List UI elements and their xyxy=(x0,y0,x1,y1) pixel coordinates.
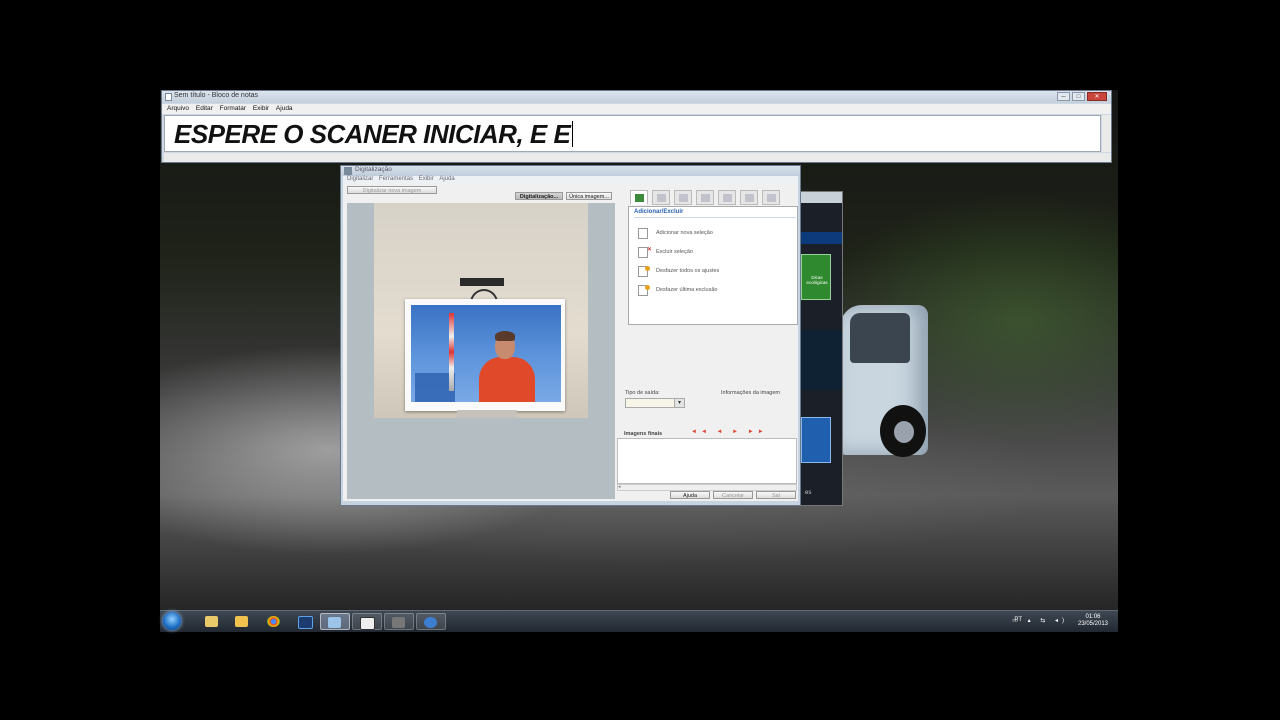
chrome-icon[interactable] xyxy=(260,613,286,630)
menu-arquivo[interactable]: Arquivo xyxy=(167,105,189,112)
window-icon[interactable] xyxy=(320,613,350,630)
delete-selection-icon: ✕ xyxy=(638,247,652,258)
photoshop-icon[interactable] xyxy=(291,613,317,630)
menu-exibir[interactable]: Exibir xyxy=(253,105,269,112)
maximize-button[interactable]: □ xyxy=(1072,92,1085,101)
notepad-vertical-scrollbar[interactable] xyxy=(1102,115,1111,152)
page-icon xyxy=(657,194,666,202)
scanned-photo[interactable] xyxy=(405,299,565,411)
adjust-icon xyxy=(745,194,754,202)
start-orb[interactable] xyxy=(163,612,181,630)
menu-ferramentas[interactable]: Ferramentas xyxy=(379,176,413,182)
background-window-panel xyxy=(799,330,842,390)
scan-menubar: Digitalizar Ferramentas Exibir Ajuda xyxy=(343,176,798,184)
folder-icon[interactable] xyxy=(228,613,254,630)
scan-preview[interactable] xyxy=(347,203,615,499)
clock[interactable]: 01:06 23/05/2013 xyxy=(1076,614,1110,628)
menu-ajuda-scan[interactable]: Ajuda xyxy=(439,176,454,182)
final-images-scrollbar[interactable]: ◂ xyxy=(617,484,797,491)
menu-editar[interactable]: Editar xyxy=(196,105,213,112)
output-type-label: Tipo de saída: xyxy=(625,390,660,396)
minimize-button[interactable]: ─ xyxy=(1057,92,1070,101)
tools-icon xyxy=(767,194,776,202)
output-type-select[interactable]: ▾ xyxy=(625,398,685,408)
add-delete-panel: Adicionar/Excluir Adicionar nova seleção… xyxy=(628,206,798,325)
menu-digitalizar[interactable]: Digitalizar xyxy=(347,176,373,182)
device-tile[interactable] xyxy=(801,417,831,463)
notepad-title: Sem título - Bloco de notas xyxy=(174,92,259,99)
panel-title: Adicionar/Excluir xyxy=(634,209,684,215)
add-selection-label: Adicionar nova seleção xyxy=(656,230,713,236)
crop-icon xyxy=(679,194,688,202)
notepad-titlebar[interactable]: Sem título - Bloco de notas ─ □ ✕ xyxy=(162,91,1111,103)
menu-ajuda[interactable]: Ajuda xyxy=(276,105,293,112)
tab-adjust[interactable] xyxy=(740,190,758,205)
scan-window[interactable]: Digitalização Digitalizar Ferramentas Ex… xyxy=(340,165,801,506)
eco-tips-tile[interactable]: Dicas ecológicas xyxy=(801,254,831,300)
delete-selection-action[interactable]: ✕ Excluir seleção xyxy=(638,246,788,258)
scan-title: Digitalização xyxy=(355,166,392,173)
notepad-window[interactable]: Sem título - Bloco de notas ─ □ ✕ Arquiv… xyxy=(161,90,1112,163)
notepad-content: ESPERE O SCANER INICIAR, E E xyxy=(174,119,574,150)
wallpaper-car xyxy=(840,305,930,460)
scan-button[interactable]: Digitalização... xyxy=(515,192,563,200)
background-window-label: es xyxy=(805,490,812,496)
undo-last-icon xyxy=(638,285,650,296)
tab-page[interactable] xyxy=(652,190,670,205)
cancel-button[interactable]: Cancelar xyxy=(713,491,753,499)
tab-tools[interactable] xyxy=(762,190,780,205)
background-app-window[interactable]: Dicas ecológicas es xyxy=(798,191,843,506)
final-images-list[interactable] xyxy=(617,438,797,484)
undo-last-action[interactable]: Desfazer última exclusão xyxy=(638,284,788,296)
background-window-banner xyxy=(799,232,842,244)
close-button[interactable]: ✕ xyxy=(1087,92,1107,101)
undo-all-icon xyxy=(638,266,650,277)
single-image-button[interactable]: Única imagem... xyxy=(566,192,612,200)
eco-tips-label: Dicas ecológicas xyxy=(806,275,828,285)
save-button[interactable]: Sal xyxy=(756,491,796,499)
clock-time: 01:06 xyxy=(1085,614,1101,620)
notepad-text-area[interactable]: ESPERE O SCANER INICIAR, E E xyxy=(164,115,1101,152)
scanned-image xyxy=(374,203,588,418)
notepad-icon xyxy=(165,93,172,101)
scan-new-image-button[interactable]: Digitalizar nova imagem xyxy=(347,186,437,194)
scanner-app-icon xyxy=(344,167,352,175)
notepad-horizontal-scrollbar[interactable] xyxy=(164,153,1111,162)
undo-all-label: Desfazer todos os ajustes xyxy=(656,268,720,274)
text-caret xyxy=(572,121,574,147)
tool-tabs xyxy=(630,190,798,206)
menu-exibir-scan[interactable]: Exibir xyxy=(419,176,434,182)
tab-crop[interactable] xyxy=(674,190,692,205)
background-window-titlebar[interactable] xyxy=(799,192,842,203)
menu-formatar[interactable]: Formatar xyxy=(220,105,246,112)
final-images-label: Imagens finais xyxy=(624,431,663,437)
clock-date: 23/05/2013 xyxy=(1077,621,1109,627)
app-icon[interactable] xyxy=(384,613,414,630)
help-button[interactable]: Ajuda xyxy=(670,491,710,499)
tray-icons[interactable]: ▭ ▴ ⇆ ◂) xyxy=(1012,617,1068,624)
add-selection-action[interactable]: Adicionar nova seleção xyxy=(638,227,788,239)
delete-selection-label: Excluir seleção xyxy=(656,249,693,255)
image-info-label: Informações da imagem xyxy=(721,390,780,396)
taskbar: PT ▭ ▴ ⇆ ◂) 01:06 23/05/2013 xyxy=(160,610,1118,632)
explorer-icon[interactable] xyxy=(198,613,224,630)
scan-body: Digitalizar nova imagem Digitalização...… xyxy=(343,184,798,501)
scan-titlebar[interactable]: Digitalização xyxy=(341,166,800,176)
add-select-icon xyxy=(635,194,644,202)
undo-last-label: Desfazer última exclusão xyxy=(656,287,718,293)
tab-frame[interactable] xyxy=(696,190,714,205)
scanner-icon[interactable] xyxy=(352,613,382,630)
undo-all-action[interactable]: Desfazer todos os ajustes xyxy=(638,265,788,277)
notepad-content-text: ESPERE O SCANER INICIAR, E E xyxy=(174,119,571,149)
add-selection-icon xyxy=(638,228,648,239)
frame-icon xyxy=(701,194,710,202)
notepad-menubar: Arquivo Editar Formatar Exibir Ajuda xyxy=(162,104,1111,114)
tab-add-select[interactable] xyxy=(630,190,648,205)
tab-book[interactable] xyxy=(718,190,736,205)
settings-icon[interactable] xyxy=(416,613,446,630)
book-icon xyxy=(723,194,732,202)
image-nav-buttons[interactable]: ◄◄ ◄ ► ►► xyxy=(691,429,768,435)
chevron-down-icon[interactable]: ▾ xyxy=(674,399,684,407)
